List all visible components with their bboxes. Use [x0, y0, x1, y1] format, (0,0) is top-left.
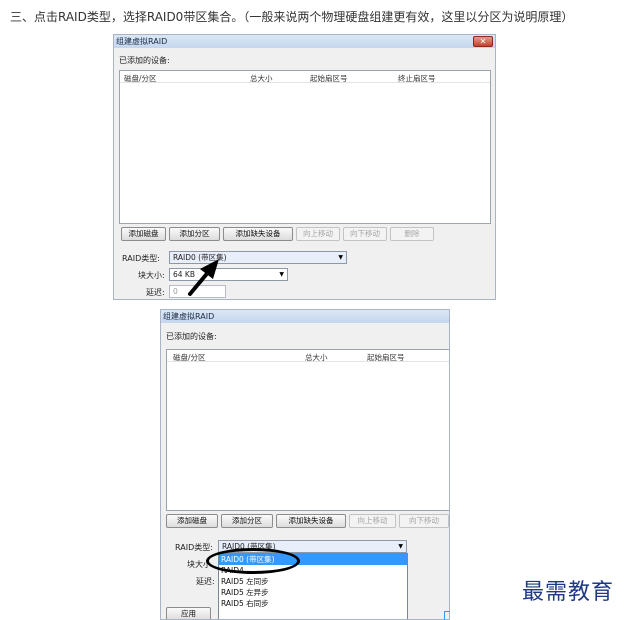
added-devices-label: 已添加的设备:: [166, 332, 217, 341]
delete-button[interactable]: 删除: [390, 227, 434, 241]
highlight-circle-annotation: [206, 548, 300, 574]
column-header-disk[interactable]: 磁盘/分区: [173, 352, 206, 363]
add-partition-button[interactable]: 添加分区: [169, 227, 220, 241]
chevron-down-icon: ▼: [338, 254, 343, 261]
raid-type-option[interactable]: RAID5 左同步: [219, 576, 407, 587]
pointer-arrow-annotation: [188, 259, 219, 296]
column-header-end-sector[interactable]: 终止扇区号: [398, 73, 436, 84]
add-disk-button[interactable]: 添加磁盘: [166, 514, 218, 528]
apply-button[interactable]: 应用: [166, 607, 211, 619]
raid-type-label: RAID类型:: [175, 543, 213, 552]
device-list-header: 磁盘/分区 总大小 起始扇区号: [167, 350, 449, 363]
close-button[interactable]: ✕: [473, 36, 493, 47]
add-missing-device-button[interactable]: 添加缺失设备: [276, 514, 346, 528]
delay-label: 延迟:: [196, 577, 215, 586]
column-header-start-sector[interactable]: 起始扇区号: [310, 73, 348, 84]
dialog-title-bar: 组建虚拟RAID ✕: [114, 35, 495, 48]
column-header-start-sector[interactable]: 起始扇区号: [367, 352, 405, 363]
added-devices-label: 已添加的设备:: [119, 56, 170, 65]
column-header-disk[interactable]: 磁盘/分区: [124, 73, 157, 84]
move-down-button[interactable]: 向下移动: [399, 514, 449, 528]
watermark-text: 最需教育: [522, 580, 615, 605]
raid-dialog-1: 组建虚拟RAID ✕ 已添加的设备: 磁盘/分区 总大小 起始扇区号 终止扇区号…: [113, 34, 496, 300]
raid-type-option[interactable]: RAID5 右同步: [219, 598, 407, 609]
chevron-down-icon: ▼: [279, 271, 284, 278]
device-list-header: 磁盘/分区 总大小 起始扇区号 终止扇区号: [120, 71, 490, 83]
dialog-title-bar: 组建虚拟RAID: [161, 310, 449, 323]
block-size-label: 块大小:: [138, 271, 165, 280]
instruction-text: 三、点击RAID类型，选择RAID0带区集合。（一般来说两个物理硬盘组建更有效，…: [10, 10, 574, 24]
raid-type-option[interactable]: RAID5 左异步: [219, 587, 407, 598]
device-list[interactable]: 磁盘/分区 总大小 起始扇区号 终止扇区号: [119, 70, 491, 224]
add-partition-button[interactable]: 添加分区: [221, 514, 273, 528]
column-header-total-size[interactable]: 总大小: [305, 352, 328, 363]
column-header-total-size[interactable]: 总大小: [250, 73, 273, 84]
move-down-button[interactable]: 向下移动: [343, 227, 387, 241]
dialog-title: 组建虚拟RAID: [116, 37, 168, 46]
raid-type-label: RAID类型:: [122, 254, 160, 263]
dialog-title: 组建虚拟RAID: [163, 312, 215, 321]
add-missing-device-button[interactable]: 添加缺失设备: [223, 227, 293, 241]
delay-label: 延迟:: [146, 288, 165, 297]
move-up-button[interactable]: 向上移动: [349, 514, 396, 528]
move-up-button[interactable]: 向上移动: [296, 227, 340, 241]
device-list[interactable]: 磁盘/分区 总大小 起始扇区号: [166, 349, 449, 511]
raid-dialog-2: 组建虚拟RAID 已添加的设备: 磁盘/分区 总大小 起始扇区号 添加磁盘 添加…: [160, 309, 450, 620]
chevron-down-icon: ▼: [398, 543, 403, 550]
add-disk-button[interactable]: 添加磁盘: [121, 227, 166, 241]
focus-edge-mark: [444, 611, 450, 620]
